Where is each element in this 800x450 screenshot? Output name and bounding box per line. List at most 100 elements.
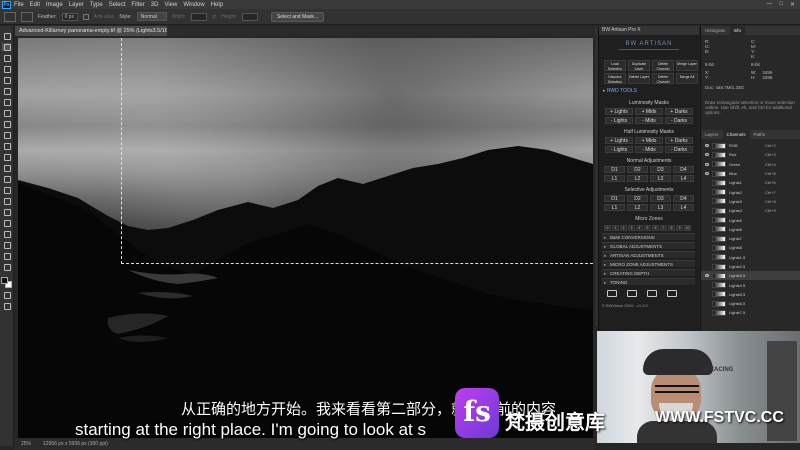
- hand-tool-icon[interactable]: [2, 241, 11, 249]
- screen-mode-icon[interactable]: [2, 302, 11, 310]
- lum-plus-lights-button[interactable]: + Lights: [605, 108, 633, 115]
- document-tab[interactable]: Advanced-Killarney panorama-empty.tif @ …: [15, 26, 167, 36]
- visibility-eye-icon[interactable]: [705, 172, 709, 176]
- normal-d4-button[interactable]: D4: [673, 166, 694, 173]
- selective-d3-button[interactable]: D3: [650, 195, 671, 202]
- lum-plus-mids-button[interactable]: + Mids: [635, 108, 663, 115]
- half-plus-mids-button[interactable]: + Mids: [635, 137, 663, 144]
- width-input[interactable]: [190, 12, 207, 21]
- visibility-eye-icon[interactable]: [705, 311, 709, 314]
- menu-view[interactable]: View: [164, 2, 177, 8]
- tab-layers[interactable]: Layers: [701, 130, 723, 139]
- channel-row[interactable]: Lights2.5: [701, 262, 800, 271]
- anti-alias-checkbox[interactable]: [82, 13, 89, 20]
- global-adjustments-section[interactable]: GLOBAL ADJUSTMENTS: [602, 242, 695, 250]
- channel-row[interactable]: Lights4 Ctrl+9: [701, 206, 800, 215]
- menu-select[interactable]: Select: [109, 2, 126, 8]
- micro-zone-adjustments-section[interactable]: MICRO ZONE ADJUSTMENTS: [602, 260, 695, 268]
- channel-row[interactable]: Green Ctrl+4: [701, 160, 800, 169]
- visibility-eye-icon[interactable]: [705, 228, 709, 231]
- eyedropper-tool-icon[interactable]: [2, 98, 11, 106]
- normal-d1-button[interactable]: D1: [604, 166, 625, 173]
- close-icon[interactable]: ✕: [790, 1, 795, 8]
- menu-filter[interactable]: Filter: [131, 2, 144, 8]
- move-tool-icon[interactable]: [2, 32, 11, 40]
- gradient-tool-icon[interactable]: [2, 164, 11, 172]
- normal-l3-button[interactable]: L3: [650, 175, 671, 182]
- blur-tool-icon[interactable]: [2, 175, 11, 183]
- visibility-eye-icon[interactable]: [705, 200, 709, 203]
- creating-depth-section[interactable]: CREATING DEPTH: [602, 269, 695, 277]
- canvas-area[interactable]: [15, 37, 595, 438]
- menu-window[interactable]: Window: [183, 2, 204, 8]
- visibility-eye-icon[interactable]: [705, 284, 709, 287]
- crop-tool-icon[interactable]: [2, 76, 11, 84]
- visibility-eye-icon[interactable]: [705, 181, 709, 184]
- selective-l4-button[interactable]: L4: [673, 204, 694, 211]
- dissolve-selection-button[interactable]: Dissolve Selection: [604, 73, 626, 84]
- channel-row[interactable]: Lights7: [701, 234, 800, 243]
- load-selection-button[interactable]: Load Selection: [604, 60, 626, 71]
- style-select[interactable]: Normal: [136, 12, 167, 21]
- channel-row[interactable]: Red Ctrl+3: [701, 150, 800, 159]
- frame-tool-icon[interactable]: [2, 87, 11, 95]
- menu-file[interactable]: File: [14, 2, 24, 8]
- marquee-tool-icon[interactable]: [4, 11, 16, 22]
- landscape-photo[interactable]: [18, 38, 593, 438]
- menu-type[interactable]: Type: [90, 2, 103, 8]
- dodge-tool-icon[interactable]: [2, 186, 11, 194]
- menu-image[interactable]: Image: [46, 2, 63, 8]
- visibility-eye-icon[interactable]: [705, 265, 709, 268]
- channel-row[interactable]: RGB Ctrl+2: [701, 141, 800, 150]
- home-icon[interactable]: [607, 290, 617, 297]
- quick-mask-icon[interactable]: [2, 291, 11, 299]
- minimize-icon[interactable]: —: [766, 1, 772, 8]
- selective-d4-button[interactable]: D4: [673, 195, 694, 202]
- visibility-eye-icon[interactable]: [705, 274, 709, 278]
- selective-d2-button[interactable]: D2: [627, 195, 648, 202]
- lasso-tool-icon[interactable]: [2, 54, 11, 62]
- mail-icon[interactable]: [627, 290, 637, 297]
- rectangular-marquee-tool-icon[interactable]: [2, 43, 11, 51]
- merge-layer-button[interactable]: Merge Layer: [676, 60, 698, 71]
- visibility-eye-icon[interactable]: [705, 237, 709, 240]
- swap-icon[interactable]: ⇄: [212, 14, 216, 20]
- normal-l1-button[interactable]: L1: [604, 175, 625, 182]
- eraser-tool-icon[interactable]: [2, 153, 11, 161]
- lum-minus-lights-button[interactable]: - Lights: [605, 117, 633, 124]
- visibility-eye-icon[interactable]: [705, 162, 709, 166]
- channel-row[interactable]: Lights7.5: [701, 308, 800, 317]
- tab-channels[interactable]: Channels: [722, 130, 750, 139]
- visibility-eye-icon[interactable]: [705, 302, 709, 305]
- channel-row[interactable]: Lights6: [701, 225, 800, 234]
- marquee-selection[interactable]: [121, 38, 593, 264]
- channel-row[interactable]: Lights3.5: [701, 271, 800, 281]
- selective-d1-button[interactable]: D1: [604, 195, 625, 202]
- type-tool-icon[interactable]: [2, 208, 11, 216]
- brush-tool-icon[interactable]: [2, 120, 11, 128]
- visibility-eye-icon[interactable]: [705, 219, 709, 222]
- channel-row[interactable]: Lights1 Ctrl+6: [701, 178, 800, 187]
- micro-zone-5-button[interactable]: 5: [644, 225, 651, 231]
- maximize-icon[interactable]: □: [779, 1, 783, 8]
- normal-d2-button[interactable]: D2: [627, 166, 648, 173]
- micro-zone-0-button[interactable]: 0: [604, 225, 611, 231]
- history-brush-tool-icon[interactable]: [2, 142, 11, 150]
- tab-paths[interactable]: Paths: [750, 130, 770, 139]
- normal-l2-button[interactable]: L2: [627, 175, 648, 182]
- pen-tool-icon[interactable]: [2, 197, 11, 205]
- zoom-level[interactable]: 25%: [21, 441, 31, 447]
- foreground-color-swatch[interactable]: [1, 277, 8, 284]
- rwd-tools-header[interactable]: ▸ RWD TOOLS: [603, 88, 699, 95]
- visibility-eye-icon[interactable]: [705, 153, 709, 157]
- artisan-adjustments-section[interactable]: ARTISAN ADJUSTMENTS: [602, 251, 695, 259]
- quick-selection-tool-icon[interactable]: [2, 65, 11, 73]
- lum-plus-darks-button[interactable]: + Darks: [665, 108, 693, 115]
- menu-edit[interactable]: Edit: [30, 2, 40, 8]
- half-minus-mids-button[interactable]: - Mids: [635, 146, 663, 153]
- color-swatches[interactable]: [1, 277, 12, 288]
- channel-row[interactable]: Lights2 Ctrl+7: [701, 187, 800, 196]
- external-link-icon[interactable]: [667, 290, 677, 297]
- visibility-eye-icon[interactable]: [705, 144, 709, 148]
- channel-row[interactable]: Lights4.5: [701, 280, 800, 289]
